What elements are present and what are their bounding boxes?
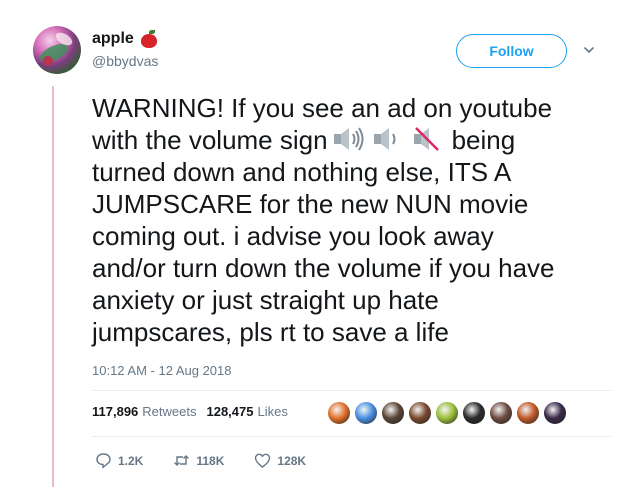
retweet-button[interactable]: 118K [173, 452, 224, 469]
tweet-line: coming out. i advise you look away [92, 221, 494, 251]
red-apple-icon [140, 30, 158, 48]
divider [92, 390, 611, 391]
heart-icon [255, 453, 271, 468]
tweet-line: turned down and nothing else, ITS A [92, 157, 512, 187]
speaker-low-volume-icon [373, 128, 396, 150]
tweet-line: anxiety or just straight up hate [92, 285, 439, 315]
tweet-line-segment: being [451, 125, 516, 155]
engagement-stats: 117,896 Retweets 128,475 Likes [92, 404, 288, 419]
tweet-line: with the volume sign being [92, 124, 612, 156]
liker-avatars [327, 401, 567, 425]
tweet-actions: 1.2K 118K 128K [95, 452, 336, 469]
likes-label: Likes [257, 404, 288, 419]
follow-button[interactable]: Follow [456, 34, 567, 68]
liker-avatar[interactable] [408, 401, 432, 425]
likes-stat[interactable]: 128,475 Likes [206, 404, 287, 419]
speaker-high-volume-icon [333, 127, 364, 151]
tweet-text: WARNING! If you see an ad on youtube wit… [92, 92, 612, 348]
reply-count: 1.2K [118, 453, 144, 468]
avatar[interactable] [33, 26, 81, 74]
reply-icon [96, 453, 111, 469]
liker-avatar[interactable] [516, 401, 540, 425]
retweets-count: 117,896 [92, 404, 139, 419]
speaker-muted-icon [413, 127, 439, 151]
liker-avatar[interactable] [462, 401, 486, 425]
liker-avatar[interactable] [354, 401, 378, 425]
tweet-timestamp[interactable]: 10:12 AM - 12 Aug 2018 [92, 363, 232, 378]
tweet-line: WARNING! If you see an ad on youtube [92, 93, 553, 123]
likes-count: 128,475 [206, 404, 254, 419]
liker-avatar[interactable] [543, 401, 567, 425]
liker-avatar[interactable] [435, 401, 459, 425]
retweets-stat[interactable]: 117,896 Retweets [92, 404, 196, 419]
liker-avatar[interactable] [327, 401, 351, 425]
retweet-icon [174, 455, 190, 466]
divider [92, 436, 611, 437]
user-handle[interactable]: @bbydvas [92, 53, 158, 69]
retweet-count: 118K [196, 453, 225, 468]
chevron-down-icon[interactable] [583, 44, 595, 56]
retweets-label: Retweets [142, 404, 197, 419]
display-name[interactable]: apple [92, 30, 158, 48]
liker-avatar[interactable] [381, 401, 405, 425]
reply-button[interactable]: 1.2K [95, 452, 143, 469]
like-button[interactable]: 128K [254, 452, 306, 469]
tweet-line: and/or turn down the volume if you have [92, 253, 555, 283]
liker-avatar[interactable] [489, 401, 513, 425]
volume-emoji-group [332, 126, 446, 152]
tweet-line: JUMPSCARE for the new NUN movie [92, 189, 529, 219]
tweet-line: jumpscares, pls rt to save a life [92, 317, 449, 347]
thread-line [52, 86, 54, 487]
display-name-text: apple [92, 30, 134, 47]
like-count: 128K [277, 453, 307, 468]
tweet-line-segment: with the volume sign [92, 125, 328, 155]
